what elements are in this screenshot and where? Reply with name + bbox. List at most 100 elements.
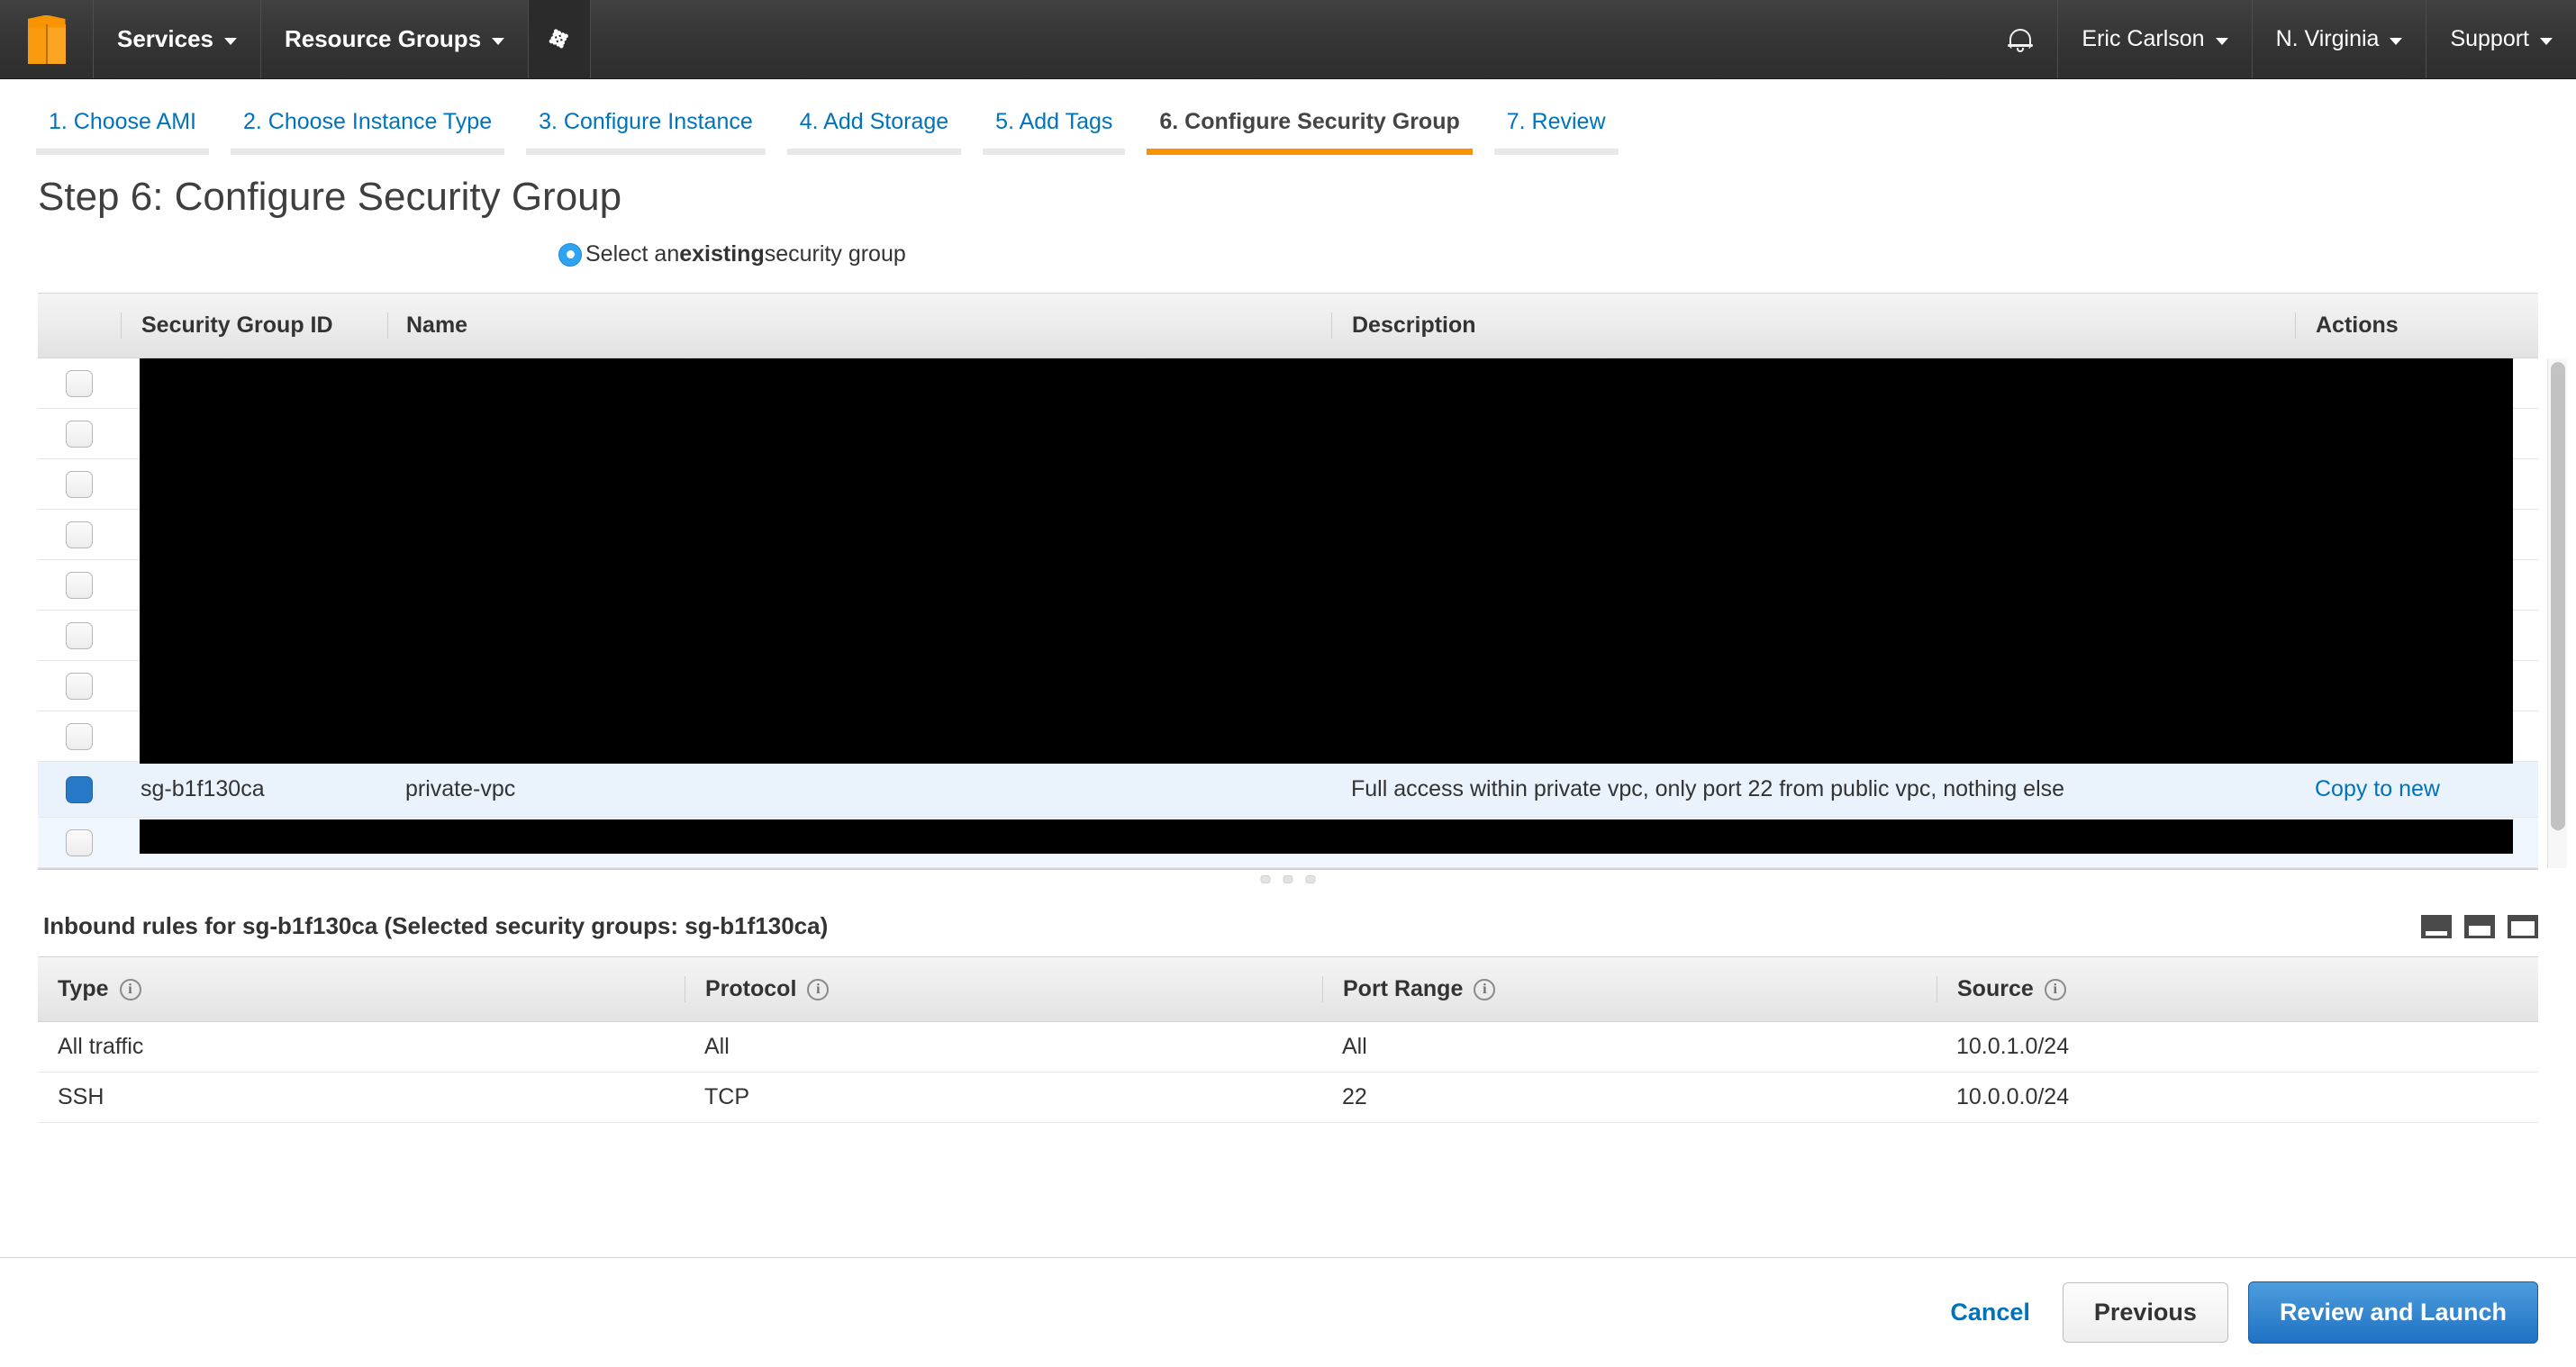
inbound-rules-title: Inbound rules for sg-b1f130ca (Selected … (43, 912, 829, 939)
header-actions: Actions (2295, 312, 2538, 339)
tab-label: 2. Choose Instance Type (242, 109, 493, 134)
security-groups-scrollbar[interactable] (2547, 358, 2567, 868)
table-row[interactable] (38, 459, 2538, 510)
split-bottom-large-icon[interactable] (2508, 914, 2538, 938)
radio-select-existing[interactable] (558, 242, 582, 267)
table-row[interactable] (38, 711, 2538, 762)
radio-label-suffix: security group (764, 241, 906, 267)
redacted-content (121, 358, 2295, 408)
security-groups-table: Security Group ID Name Description Actio… (38, 293, 2567, 869)
row-checkbox[interactable] (66, 470, 93, 498)
cell-source: 10.0.0.0/24 (1956, 1084, 2070, 1109)
wizard-footer: Cancel Previous Review and Launch (0, 1257, 2576, 1367)
tab-underline (36, 149, 209, 155)
table-row[interactable] (38, 358, 2538, 409)
table-row[interactable] (38, 818, 2538, 868)
security-groups-table-body: sg-b1f130ca private-vpc Full access with… (38, 358, 2538, 868)
tab-add-storage[interactable]: 4. Add Storage (776, 109, 972, 155)
tab-underline (1493, 149, 1619, 155)
table-row-selected[interactable]: sg-b1f130ca private-vpc Full access with… (38, 762, 2538, 818)
previous-button[interactable]: Previous (2062, 1282, 2228, 1343)
nav-pin-button[interactable]: ✥ (529, 0, 591, 78)
tab-label: 6. Configure Security Group (1159, 109, 1460, 134)
redacted-content (121, 560, 2295, 610)
tab-add-tags[interactable]: 5. Add Tags (972, 109, 1136, 155)
info-icon[interactable]: i (119, 978, 141, 1000)
tab-choose-ami[interactable]: 1. Choose AMI (25, 109, 220, 155)
chevron-down-icon (223, 37, 237, 45)
chevron-down-icon (2390, 37, 2403, 45)
cell-protocol: All (704, 1034, 730, 1059)
nav-region-label: N. Virginia (2275, 26, 2380, 51)
header-source: Source (1957, 976, 2034, 1001)
nav-support-label: Support (2450, 26, 2529, 51)
cell-name: private-vpc (405, 776, 516, 801)
bell-icon (2008, 27, 2034, 52)
row-checkbox-checked[interactable] (66, 775, 93, 803)
splitter-grip-icon (1260, 875, 1316, 883)
radio-label-emphasis: existing (679, 241, 765, 267)
nav-account-menu[interactable]: Eric Carlson (2058, 0, 2253, 78)
tab-underline (230, 149, 505, 155)
table-row[interactable] (38, 510, 2538, 560)
nav-region-menu[interactable]: N. Virginia (2253, 0, 2427, 78)
chevron-down-icon (492, 37, 505, 45)
table-row[interactable] (38, 611, 2538, 661)
chevron-down-icon (2540, 37, 2553, 45)
nav-resource-groups[interactable]: Resource Groups (261, 0, 530, 78)
cell-description: Full access within private vpc, only por… (1351, 776, 2065, 801)
wizard-tabs: 1. Choose AMI 2. Choose Instance Type 3.… (0, 79, 2576, 155)
table-row[interactable] (38, 661, 2538, 711)
redacted-content (121, 510, 2295, 559)
chevron-down-icon (2215, 37, 2228, 45)
cell-type: All traffic (58, 1034, 144, 1059)
scrollbar-thumb[interactable] (2551, 362, 2565, 830)
copy-to-new-link[interactable]: Copy to new (2315, 776, 2440, 801)
table-row[interactable] (38, 409, 2538, 459)
existing-security-group-radio-row[interactable]: Select an existing security group (0, 220, 2576, 285)
split-bottom-medium-icon[interactable] (2464, 914, 2495, 938)
row-checkbox[interactable] (66, 521, 93, 548)
redacted-content (121, 409, 2295, 458)
nav-services-label: Services (117, 25, 213, 52)
redacted-content (121, 711, 2295, 761)
row-checkbox[interactable] (66, 722, 93, 750)
nav-account-label: Eric Carlson (2082, 26, 2205, 51)
tab-label: 7. Review (1506, 109, 1606, 134)
tab-underline-active (1147, 149, 1473, 155)
rule-row: SSH TCP 22 10.0.0.0/24 (38, 1073, 2538, 1123)
inbound-rules-header: Type i Protocol i Port Range i Source i (38, 957, 2538, 1022)
row-checkbox[interactable] (66, 828, 93, 856)
cell-protocol: TCP (704, 1084, 749, 1109)
row-checkbox[interactable] (66, 672, 93, 700)
header-protocol: Protocol (705, 976, 797, 1001)
info-icon[interactable]: i (1474, 978, 1496, 1000)
cell-security-group-id: sg-b1f130ca (141, 776, 265, 801)
redacted-content (121, 661, 2295, 711)
nav-services[interactable]: Services (94, 0, 261, 78)
review-and-launch-button[interactable]: Review and Launch (2247, 1281, 2538, 1344)
cancel-button[interactable]: Cancel (1937, 1299, 2043, 1326)
tab-review[interactable]: 7. Review (1483, 109, 1629, 155)
row-checkbox[interactable] (66, 420, 93, 448)
row-checkbox[interactable] (66, 571, 93, 599)
tab-label: 5. Add Tags (995, 109, 1113, 134)
tab-underline (786, 149, 962, 155)
table-row[interactable] (38, 560, 2538, 611)
tab-choose-instance-type[interactable]: 2. Choose Instance Type (220, 109, 515, 155)
panel-splitter[interactable] (38, 869, 2538, 901)
cell-source: 10.0.1.0/24 (1956, 1034, 2070, 1059)
info-icon[interactable]: i (807, 978, 830, 1000)
row-checkbox[interactable] (66, 621, 93, 649)
header-name: Name (387, 312, 1331, 339)
radio-label-prefix: Select an (585, 241, 680, 267)
aws-logo[interactable] (0, 0, 94, 78)
nav-support-menu[interactable]: Support (2426, 0, 2576, 78)
split-bottom-small-icon[interactable] (2421, 914, 2452, 938)
tab-configure-security-group[interactable]: 6. Configure Security Group (1136, 109, 1483, 155)
info-icon[interactable]: i (2044, 978, 2066, 1000)
tab-underline (983, 149, 1126, 155)
row-checkbox[interactable] (66, 369, 93, 397)
tab-configure-instance[interactable]: 3. Configure Instance (515, 109, 776, 155)
notifications-button[interactable] (1983, 0, 2059, 78)
